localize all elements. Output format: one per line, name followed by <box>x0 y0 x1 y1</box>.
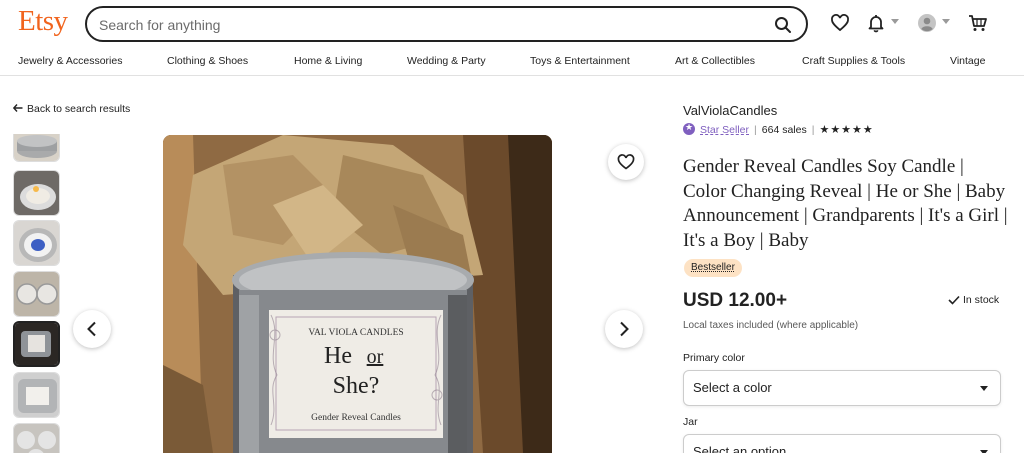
divider: | <box>754 124 757 136</box>
back-link-label: Back to search results <box>27 103 131 115</box>
seller-info: Star Seller | 664 sales | ★★★★★ <box>683 122 874 136</box>
etsy-logo[interactable]: Etsy <box>18 5 68 38</box>
thumbnail-strip <box>13 134 61 453</box>
label-subtitle-text: Gender Reveal Candles <box>311 413 401 423</box>
label-he-text: He <box>324 343 352 369</box>
category-vintage[interactable]: Vintage <box>950 55 985 67</box>
favorite-button[interactable] <box>608 144 644 180</box>
category-wedding[interactable]: Wedding & Party <box>407 55 486 67</box>
thumbnail-7[interactable] <box>13 423 60 453</box>
product-photo: VAL VIOLA CANDLES He or She? Gender Reve… <box>163 135 552 453</box>
jar-select[interactable]: Select an option <box>683 434 1001 453</box>
category-nav: Jewelry & Accessories Clothing & Shoes H… <box>0 48 1024 76</box>
chevron-right-icon <box>620 321 629 337</box>
thumbnail-image <box>14 171 59 215</box>
search-input[interactable] <box>99 15 749 35</box>
bell-icon[interactable] <box>866 13 886 33</box>
account-caret-icon[interactable] <box>942 19 950 24</box>
label-she-text: She? <box>333 373 380 399</box>
cart-icon[interactable] <box>968 13 988 33</box>
search-icon[interactable] <box>774 16 792 34</box>
primary-color-label: Primary color <box>683 352 745 364</box>
next-image-button[interactable] <box>605 310 643 348</box>
star-seller-label[interactable]: Star Seller <box>700 124 749 136</box>
category-craft[interactable]: Craft Supplies & Tools <box>802 55 905 67</box>
thumbnail-1[interactable] <box>13 134 60 162</box>
back-to-results-link[interactable]: Back to search results <box>12 103 131 115</box>
thumbnail-4[interactable] <box>13 271 60 317</box>
previous-image-button[interactable] <box>73 310 111 348</box>
heart-icon[interactable] <box>830 13 850 33</box>
bestseller-badge: Bestseller <box>684 259 742 277</box>
category-home[interactable]: Home & Living <box>294 55 362 67</box>
thumbnail-5-selected[interactable] <box>13 321 60 367</box>
notifications-caret-icon[interactable] <box>891 19 899 24</box>
price: USD 12.00+ <box>683 290 788 311</box>
taxes-note: Local taxes included (where applicable) <box>683 320 859 331</box>
stock-label: In stock <box>963 294 1000 306</box>
chevron-down-icon <box>980 386 988 391</box>
chevron-left-icon <box>87 321 96 337</box>
category-clothing[interactable]: Clothing & Shoes <box>167 55 248 67</box>
primary-color-value: Select a color <box>693 380 772 395</box>
thumbnail-image <box>14 272 59 316</box>
rating-stars[interactable]: ★★★★★ <box>819 124 873 136</box>
thumbnail-image <box>14 424 59 453</box>
bestseller-label: Bestseller <box>691 262 735 273</box>
thumbnail-image <box>14 373 59 417</box>
site-header: Etsy <box>0 0 1024 48</box>
checkmark-icon <box>948 295 960 305</box>
arrow-left-icon <box>12 104 23 112</box>
category-art[interactable]: Art & Collectibles <box>675 55 755 67</box>
thumbnail-image <box>15 323 58 365</box>
jar-label: Jar <box>683 416 698 428</box>
heart-icon <box>617 154 635 170</box>
jar-value: Select an option <box>693 444 787 453</box>
category-jewelry[interactable]: Jewelry & Accessories <box>18 55 122 67</box>
main-product-image[interactable]: VAL VIOLA CANDLES He or She? Gender Reve… <box>163 135 552 453</box>
divider: | <box>811 124 815 136</box>
account-icon[interactable] <box>917 13 937 33</box>
sales-count: 664 sales <box>761 124 807 136</box>
thumbnail-image <box>14 134 59 161</box>
thumbnail-3[interactable] <box>13 220 60 266</box>
label-brand-text: VAL VIOLA CANDLES <box>308 328 403 338</box>
shop-name-link[interactable]: ValViolaCandles <box>683 103 777 118</box>
label-or-text: or <box>367 346 384 368</box>
search-bar[interactable] <box>85 6 808 42</box>
category-toys[interactable]: Toys & Entertainment <box>530 55 630 67</box>
listing-title: Gender Reveal Candles Soy Candle | Color… <box>683 156 1008 251</box>
primary-color-select[interactable]: Select a color <box>683 370 1001 406</box>
thumbnail-image <box>14 221 59 265</box>
thumbnail-6[interactable] <box>13 372 60 418</box>
thumbnail-2[interactable] <box>13 170 60 216</box>
star-seller-icon <box>683 122 695 135</box>
stock-status: In stock <box>948 294 999 306</box>
